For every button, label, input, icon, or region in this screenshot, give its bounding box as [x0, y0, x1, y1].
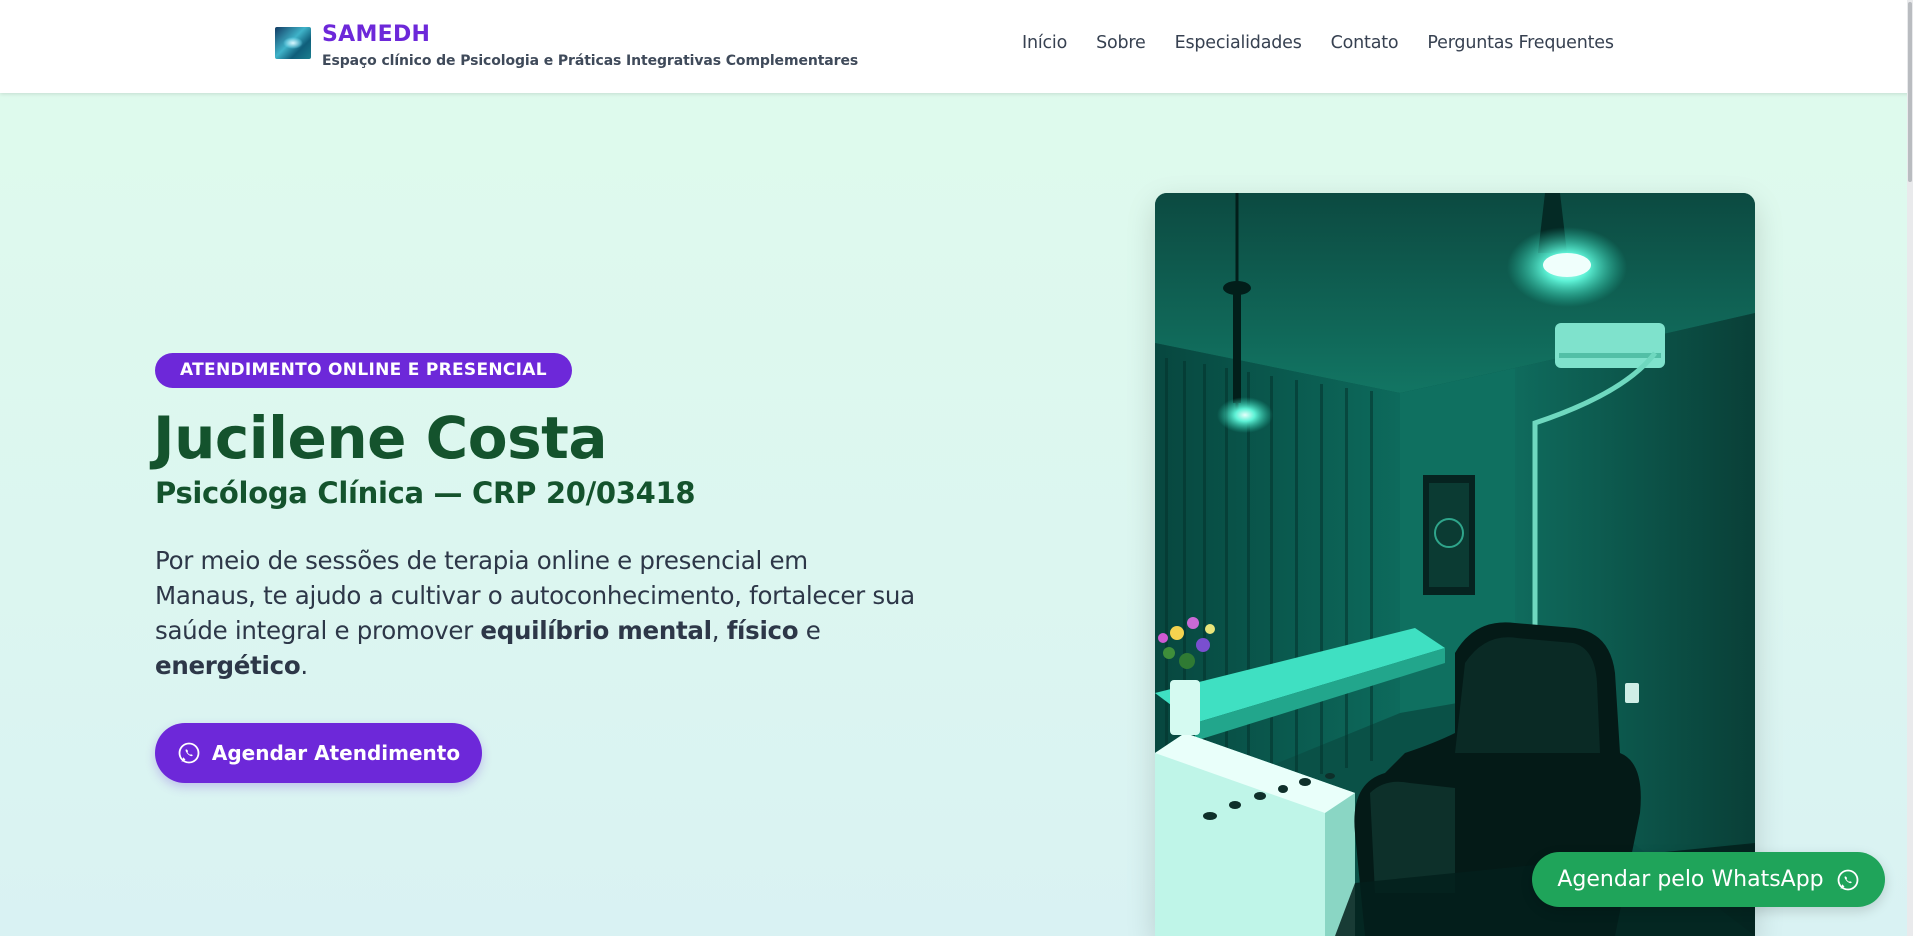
main-nav: Início Sobre Especialidades Contato Perg…	[1022, 33, 1643, 53]
nav-item-contato[interactable]: Contato	[1331, 33, 1399, 53]
therapy-room-photo	[1155, 193, 1755, 936]
schedule-appointment-button[interactable]: Agendar Atendimento	[155, 723, 482, 783]
therapy-room-image	[1155, 193, 1755, 936]
page-scrollbar[interactable]	[1907, 0, 1913, 936]
whatsapp-floating-label: Agendar pelo WhatsApp	[1557, 867, 1824, 892]
schedule-appointment-label: Agendar Atendimento	[211, 741, 461, 765]
nav-item-perguntas-frequentes[interactable]: Perguntas Frequentes	[1427, 33, 1614, 53]
brand-text: SAMEDH Espaço clínico de Psicologia e Pr…	[322, 20, 858, 69]
brand-logo-icon	[275, 27, 311, 59]
nav-item-inicio[interactable]: Início	[1022, 33, 1067, 53]
whatsapp-floating-button[interactable]: Agendar pelo WhatsApp	[1532, 852, 1885, 907]
nav-item-especialidades[interactable]: Especialidades	[1175, 33, 1302, 53]
site-header: SAMEDH Espaço clínico de Psicologia e Pr…	[0, 0, 1913, 93]
hero-description: Por meio de sessões de terapia online e …	[155, 543, 915, 683]
hero-name: Jucilene Costa	[153, 404, 607, 472]
description-end: .	[300, 651, 308, 680]
scrollbar-thumb[interactable]	[1908, 2, 1912, 182]
whatsapp-icon	[1837, 869, 1859, 890]
description-bold-mental: equilíbrio mental	[480, 616, 712, 645]
description-bold-fisico: físico	[726, 616, 799, 645]
description-separator: ,	[711, 616, 727, 645]
service-badge: ATENDIMENTO ONLINE E PRESENCIAL	[155, 353, 572, 388]
whatsapp-icon	[178, 742, 200, 764]
brand-tagline: Espaço clínico de Psicologia e Práticas …	[322, 53, 859, 69]
brand-name[interactable]: SAMEDH	[322, 20, 858, 50]
brand[interactable]: SAMEDH Espaço clínico de Psicologia e Pr…	[275, 20, 858, 69]
description-and: e	[798, 616, 821, 645]
nav-item-sobre[interactable]: Sobre	[1096, 33, 1146, 53]
description-bold-energetico: energético	[155, 651, 301, 680]
hero-subtitle: Psicóloga Clínica — CRP 20/03418	[155, 476, 696, 510]
